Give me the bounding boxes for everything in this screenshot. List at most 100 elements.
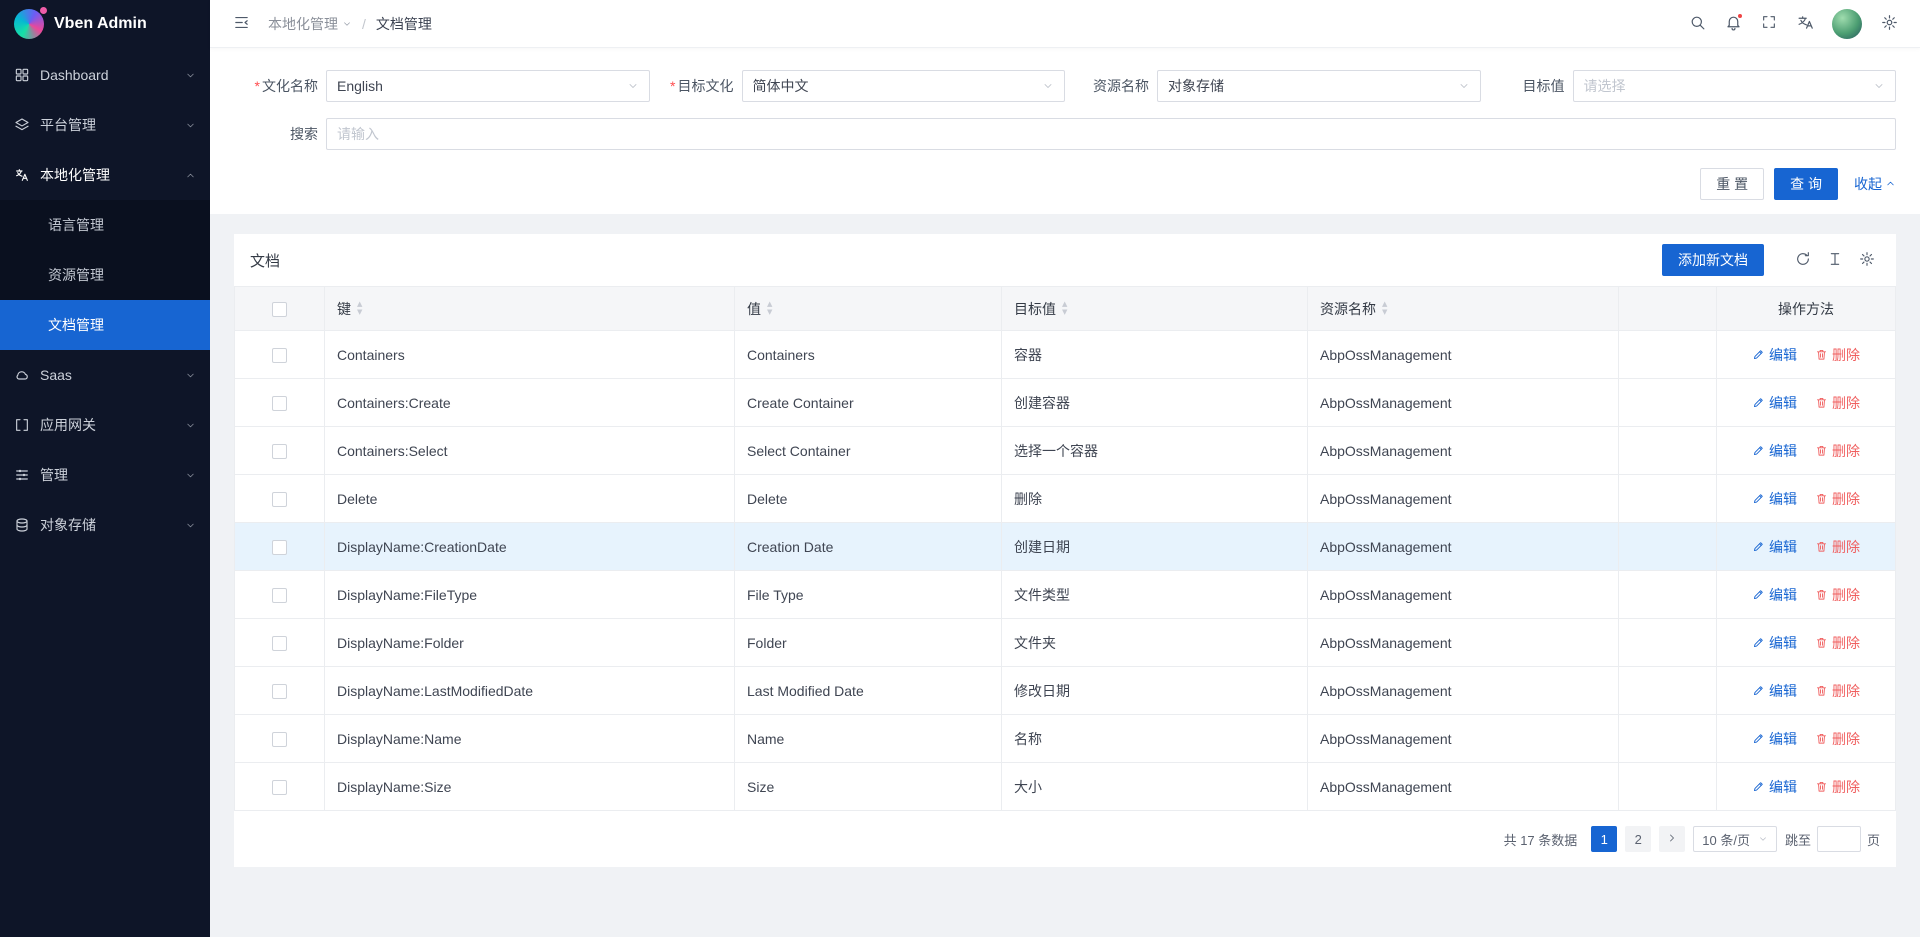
field-label: 目标值 (1481, 76, 1573, 96)
page-button-1[interactable]: 1 (1591, 826, 1617, 852)
breadcrumb-separator: / (362, 16, 366, 32)
collapse-label: 收起 (1854, 174, 1882, 194)
edit-button[interactable]: 编辑 (1752, 393, 1797, 413)
breadcrumb-section[interactable]: 本地化管理 (268, 14, 352, 34)
delete-button[interactable]: 删除 (1815, 393, 1860, 413)
row-height-button[interactable] (1822, 247, 1848, 273)
column-height-icon (1827, 251, 1843, 270)
trash-icon (1815, 492, 1828, 505)
chevron-down-icon (185, 120, 196, 131)
sidebar-item-saas[interactable]: Saas (0, 350, 210, 400)
page-button-2[interactable]: 2 (1625, 826, 1651, 852)
delete-button[interactable]: 删除 (1815, 633, 1860, 653)
delete-button[interactable]: 删除 (1815, 777, 1860, 797)
row-checkbox[interactable] (272, 636, 287, 651)
edit-button[interactable]: 编辑 (1752, 537, 1797, 557)
field-label: *文化名称 (234, 76, 326, 96)
row-checkbox[interactable] (272, 348, 287, 363)
sort-icons[interactable]: ▲▼ (357, 301, 362, 316)
cell-key: Containers:Create (325, 379, 735, 427)
sort-icons[interactable]: ▲▼ (1062, 301, 1067, 316)
row-checkbox[interactable] (272, 780, 287, 795)
row-checkbox[interactable] (272, 492, 287, 507)
add-document-button[interactable]: 添加新文档 (1662, 244, 1764, 276)
column-header[interactable]: 键▲▼ (325, 287, 735, 331)
edit-button[interactable]: 编辑 (1752, 489, 1797, 509)
row-checkbox[interactable] (272, 732, 287, 747)
sidebar-item-storage[interactable]: 对象存储 (0, 500, 210, 550)
table-row: DisplayName:FolderFolder文件夹AbpOssManagem… (235, 619, 1896, 667)
edit-button[interactable]: 编辑 (1752, 681, 1797, 701)
sidebar-item-platform[interactable]: 平台管理 (0, 100, 210, 150)
delete-button[interactable]: 删除 (1815, 681, 1860, 701)
edit-button[interactable]: 编辑 (1752, 585, 1797, 605)
next-page-button[interactable] (1659, 826, 1685, 852)
edit-button[interactable]: 编辑 (1752, 777, 1797, 797)
edit-button[interactable]: 编辑 (1752, 345, 1797, 365)
sort-icons[interactable]: ▲▼ (1382, 301, 1387, 316)
sidebar-item-dashboard[interactable]: Dashboard (0, 50, 210, 100)
cell-target-value: 删除 (1002, 475, 1308, 523)
column-header[interactable]: 资源名称▲▼ (1308, 287, 1619, 331)
delete-button[interactable]: 删除 (1815, 345, 1860, 365)
table-body: ContainersContainers容器AbpOssManagement编辑… (235, 331, 1896, 811)
row-checkbox[interactable] (272, 588, 287, 603)
cell-value: Last Modified Date (735, 667, 1002, 715)
chevron-down-icon (185, 420, 196, 431)
select-all-checkbox[interactable] (272, 302, 287, 317)
trash-icon (1815, 444, 1828, 457)
edit-button[interactable]: 编辑 (1752, 441, 1797, 461)
column-settings-button[interactable] (1854, 247, 1880, 273)
page-unit-label: 页 (1867, 830, 1880, 849)
sidebar-item-document[interactable]: 文档管理 (0, 300, 210, 350)
row-checkbox[interactable] (272, 684, 287, 699)
page-jump-input[interactable] (1817, 826, 1861, 852)
chevron-down-icon (185, 370, 196, 381)
fullscreen-icon (1761, 14, 1777, 33)
search-input[interactable] (326, 118, 1896, 150)
query-button[interactable]: 查 询 (1774, 168, 1838, 200)
filter-field-culture-name: *文化名称English (234, 70, 650, 102)
delete-button[interactable]: 删除 (1815, 441, 1860, 461)
sidebar-item-gateway[interactable]: 应用网关 (0, 400, 210, 450)
global-search-button[interactable] (1680, 7, 1714, 41)
refresh-button[interactable] (1790, 247, 1816, 273)
sidebar-collapse-button[interactable] (224, 7, 258, 41)
sort-icons[interactable]: ▲▼ (767, 301, 772, 316)
sidebar-item-admin[interactable]: 管理 (0, 450, 210, 500)
sidebar-item-language[interactable]: 语言管理 (0, 200, 210, 250)
row-checkbox[interactable] (272, 396, 287, 411)
table-row: DisplayName:NameName名称AbpOssManagement编辑… (235, 715, 1896, 763)
cell-resource-name: AbpOssManagement (1308, 523, 1619, 571)
cell-value: Containers (735, 331, 1002, 379)
column-header[interactable]: 目标值▲▼ (1002, 287, 1308, 331)
fullscreen-button[interactable] (1752, 7, 1786, 41)
target-value-select[interactable]: 请选择 (1573, 70, 1897, 102)
column-header[interactable]: 值▲▼ (735, 287, 1002, 331)
reset-button[interactable]: 重 置 (1700, 168, 1764, 200)
row-checkbox[interactable] (272, 444, 287, 459)
sidebar: Vben Admin Dashboard平台管理本地化管理语言管理资源管理文档管… (0, 0, 210, 937)
notification-button[interactable] (1716, 7, 1750, 41)
page-size-select[interactable]: 10 条/页 (1693, 826, 1777, 852)
avatar[interactable] (1832, 9, 1862, 39)
documents-table: 键▲▼值▲▼目标值▲▼资源名称▲▼操作方法 ContainersContaine… (234, 286, 1896, 811)
sidebar-item-resource[interactable]: 资源管理 (0, 250, 210, 300)
edit-button[interactable]: 编辑 (1752, 633, 1797, 653)
culture-name-select[interactable]: English (326, 70, 650, 102)
row-checkbox[interactable] (272, 540, 287, 555)
cell-resource-name: AbpOssManagement (1308, 427, 1619, 475)
delete-button[interactable]: 删除 (1815, 585, 1860, 605)
language-switch-button[interactable] (1788, 7, 1822, 41)
delete-button[interactable]: 删除 (1815, 537, 1860, 557)
sidebar-item-localization[interactable]: 本地化管理 (0, 150, 210, 200)
settings-button[interactable] (1872, 7, 1906, 41)
collapse-link[interactable]: 收起 (1854, 174, 1896, 194)
delete-button[interactable]: 删除 (1815, 489, 1860, 509)
app-logo[interactable]: Vben Admin (0, 0, 210, 48)
target-culture-select[interactable]: 简体中文 (742, 70, 1066, 102)
cell-resource-name: AbpOssManagement (1308, 763, 1619, 811)
delete-button[interactable]: 删除 (1815, 729, 1860, 749)
resource-name-select[interactable]: 对象存储 (1157, 70, 1481, 102)
edit-button[interactable]: 编辑 (1752, 729, 1797, 749)
